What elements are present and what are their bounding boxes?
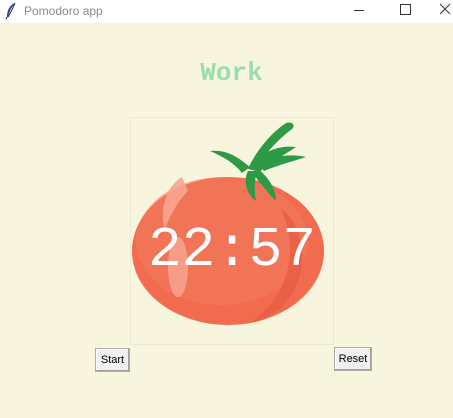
close-icon[interactable]	[425, 0, 453, 23]
feather-icon	[4, 2, 18, 20]
start-button[interactable]: Start	[95, 348, 130, 372]
timer-text: 22:57	[148, 218, 316, 282]
maximize-icon[interactable]	[385, 0, 425, 23]
timer-canvas: 22:57	[130, 117, 334, 345]
reset-button[interactable]: Reset	[334, 347, 372, 371]
title-bar[interactable]: Pomodoro app	[0, 0, 453, 23]
minimize-icon[interactable]	[340, 0, 380, 23]
window-title: Pomodoro app	[24, 4, 103, 18]
mode-label: Work	[200, 58, 263, 88]
